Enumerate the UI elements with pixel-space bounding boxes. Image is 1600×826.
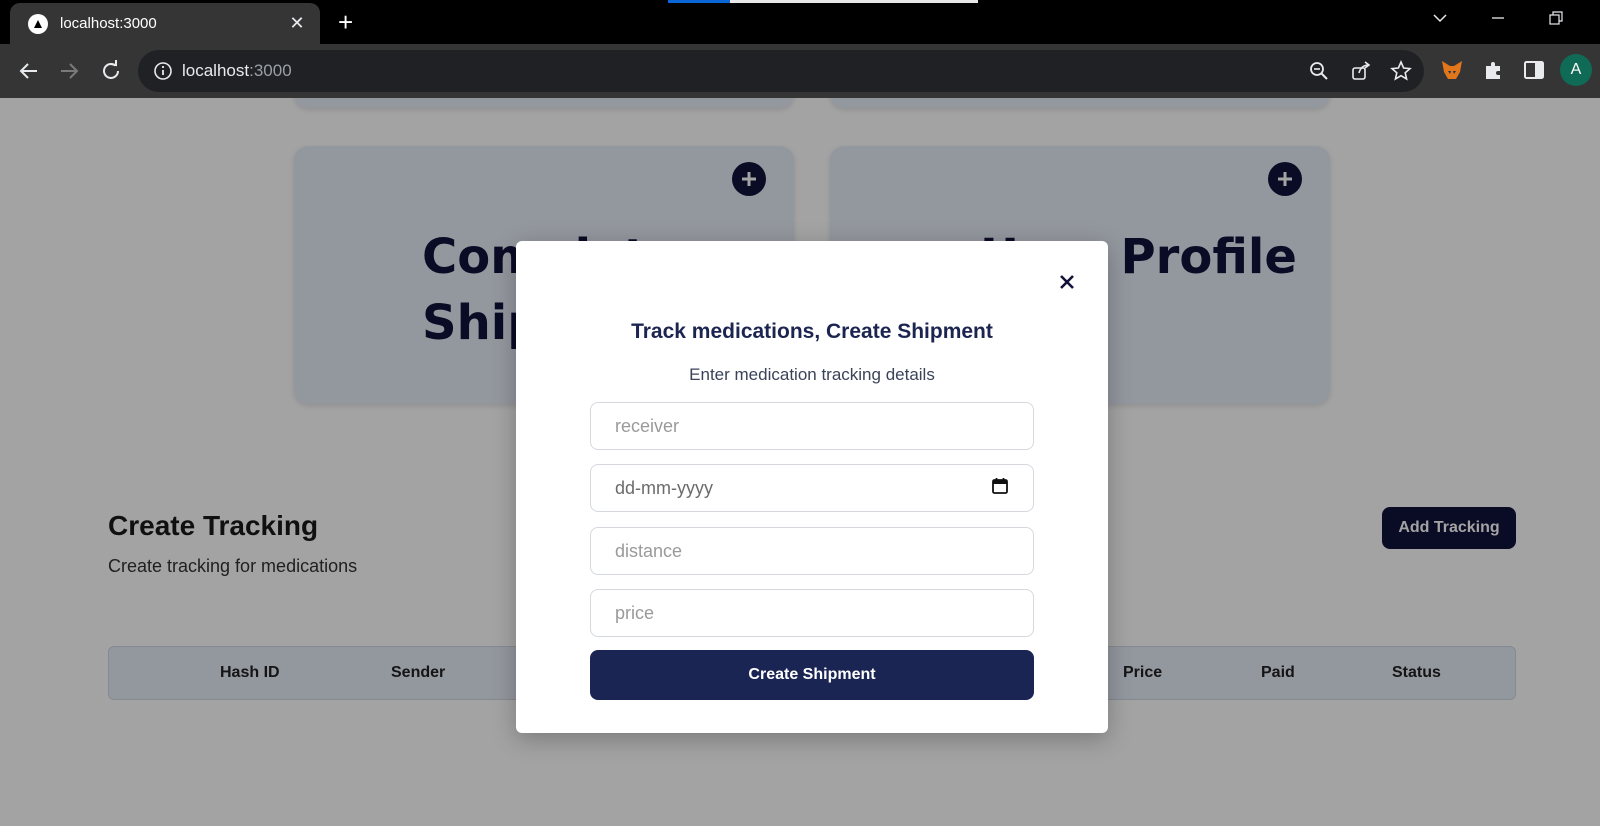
back-icon[interactable] [16,58,42,84]
nextjs-favicon-icon [28,13,48,34]
create-shipment-button[interactable]: Create Shipment [590,650,1034,700]
reload-icon[interactable] [98,58,124,84]
share-icon[interactable] [1350,60,1372,82]
url-host: localhost [182,61,250,80]
loading-indicator [668,0,730,3]
close-icon[interactable] [1056,271,1078,293]
loading-track [730,0,978,3]
tab-search-icon[interactable] [1432,10,1448,31]
create-shipment-modal: Track medications, Create Shipment Enter… [516,241,1108,733]
date-placeholder: dd-mm-yyyy [615,477,713,498]
extensions-puzzle-icon[interactable] [1482,58,1506,82]
date-input[interactable]: dd-mm-yyyy [590,464,1034,512]
browser-tab[interactable]: localhost:3000 ✕ [10,3,320,44]
metamask-extension-icon[interactable] [1440,58,1464,82]
zoom-icon[interactable] [1308,60,1330,82]
browser-tab-bar: localhost:3000 ✕ + [0,0,1600,44]
forward-icon[interactable] [56,58,82,84]
url-text: localhost:3000 [182,61,292,81]
price-input[interactable] [590,589,1034,637]
calendar-icon[interactable] [991,477,1009,500]
browser-toolbar: localhost:3000 A [0,44,1600,98]
tab-title: localhost:3000 [60,15,157,32]
address-bar[interactable]: localhost:3000 [138,50,1424,92]
receiver-input[interactable] [590,402,1034,450]
distance-input[interactable] [590,527,1034,575]
bookmark-star-icon[interactable] [1390,59,1412,82]
site-info-icon[interactable] [152,60,174,82]
modal-title: Track medications, Create Shipment [631,320,993,343]
side-panel-icon[interactable] [1522,58,1546,82]
restore-icon[interactable] [1548,10,1564,31]
new-tab-button[interactable]: + [338,9,353,35]
minimize-icon[interactable] [1490,10,1506,31]
modal-subtitle: Enter medication tracking details [689,365,935,384]
url-port: :3000 [249,61,292,80]
tab-close-icon[interactable]: ✕ [286,13,308,34]
profile-avatar[interactable]: A [1560,54,1592,86]
